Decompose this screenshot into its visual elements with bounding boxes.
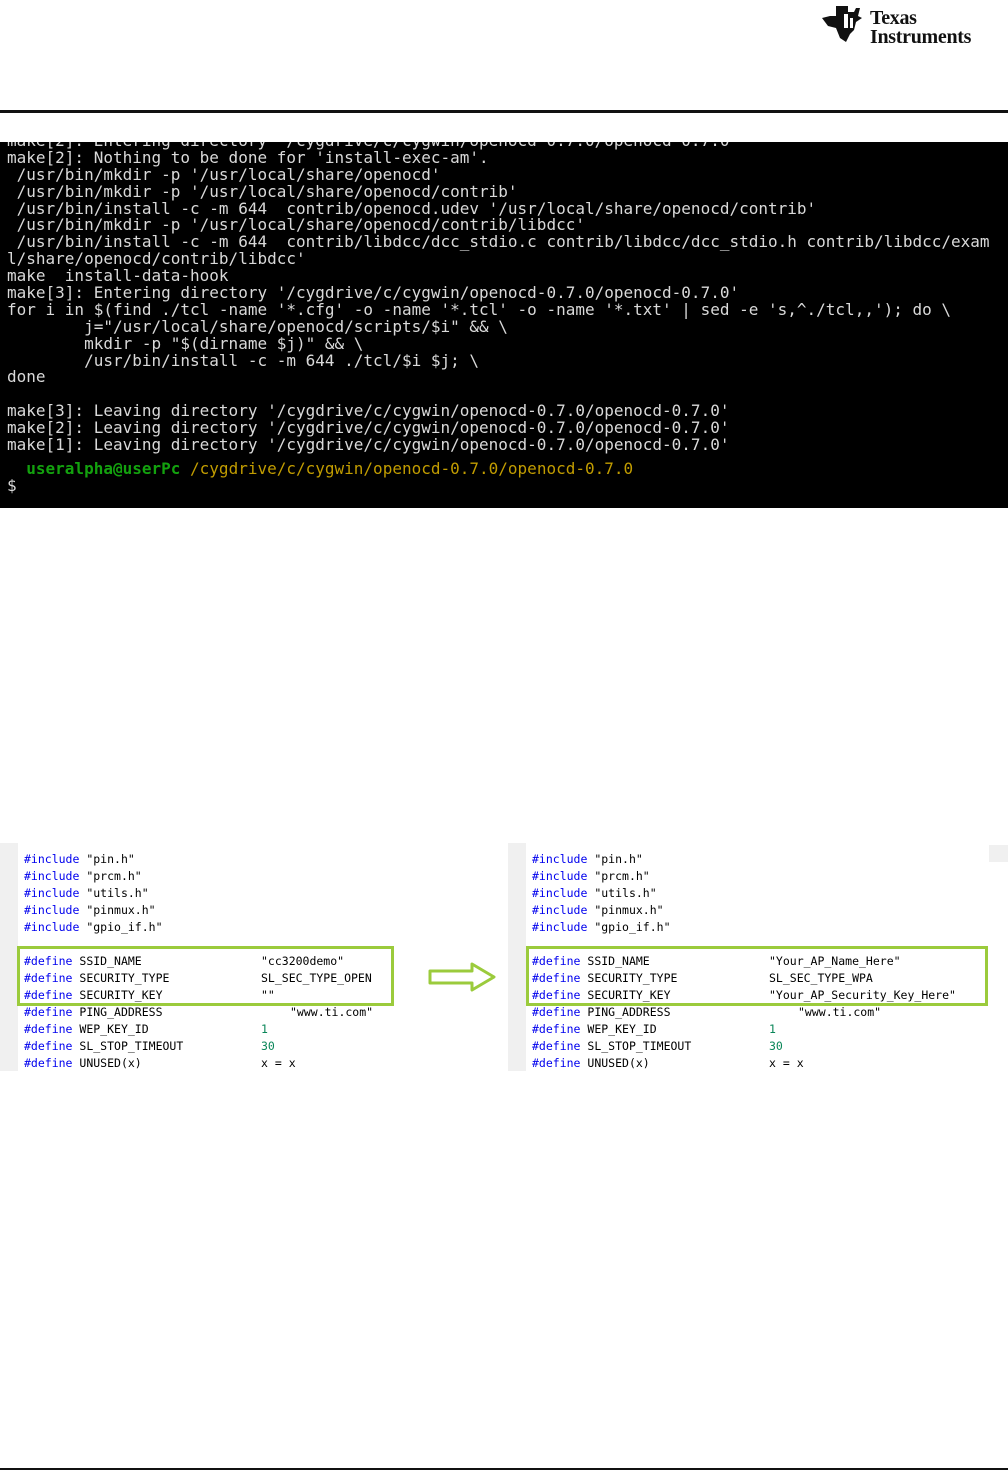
ti-logo: Texas Instruments (820, 4, 1006, 48)
macro-name: SL_STOP_TIMEOUT (79, 1039, 184, 1053)
macro-value: "www.ti.com" (798, 1005, 882, 1019)
code-line-define: #define SL_STOP_TIMEOUT 30 (24, 1038, 275, 1055)
code-line-include: #include "pin.h" (24, 851, 183, 868)
ti-state-bug-icon (822, 6, 862, 42)
code-line-define: #define WEP_KEY_ID 1 (532, 1021, 776, 1038)
define-keyword: #define (24, 1005, 73, 1019)
include-keyword: #include (532, 920, 588, 934)
include-keyword: #include (532, 886, 588, 900)
brand-line-1: Texas (870, 7, 917, 29)
terminal-window: make[2]: Entering directory '/cygdrive/c… (0, 142, 1008, 508)
code-line-include: #include "pinmux.h" (24, 902, 183, 919)
include-file: "gpio_if.h" (594, 920, 671, 934)
macro-value: 1 (769, 1022, 776, 1036)
include-file: "pinmux.h" (86, 903, 156, 917)
macro-value: x = x (261, 1056, 296, 1070)
macro-name: UNUSED(x) (79, 1056, 142, 1070)
changed-lines-highlight-before (17, 946, 394, 1006)
include-keyword: #include (24, 903, 80, 917)
code-line-include: #include "pinmux.h" (532, 902, 691, 919)
terminal-prompt: useralpha@userPc /cygdrive/c/cygwin/open… (7, 458, 1008, 478)
include-keyword: #include (24, 852, 80, 866)
prompt-symbol[interactable]: $ (7, 477, 1008, 495)
include-file: "utils.h" (86, 886, 149, 900)
include-file: "pinmux.h" (594, 903, 664, 917)
macro-name: PING_ADDRESS (587, 1005, 671, 1019)
include-file: "prcm.h" (594, 869, 650, 883)
define-keyword: #define (532, 1005, 581, 1019)
define-keyword: #define (24, 1056, 73, 1070)
include-keyword: #include (24, 886, 80, 900)
editor-gutter (508, 843, 526, 1071)
terminal-line: done (7, 367, 46, 387)
prompt-path: /cygdrive/c/cygwin/openocd-0.7.0/openocd… (190, 458, 634, 478)
code-line-include: #include "prcm.h" (532, 868, 691, 885)
code-line-include: #include "gpio_if.h" (532, 919, 691, 936)
include-keyword: #include (532, 903, 588, 917)
code-line-define: #define PING_ADDRESS "www.ti.com" (532, 1004, 881, 1021)
terminal-line: /usr/bin/install -c -m 644 ./tcl/$i $j; … (7, 350, 480, 370)
define-keyword: #define (24, 1022, 73, 1036)
code-line-include: #include "utils.h" (24, 885, 183, 902)
include-keyword: #include (24, 869, 80, 883)
macro-value: 30 (261, 1039, 275, 1053)
code-line-define: #define UNUSED(x) x = x (24, 1055, 296, 1072)
include-keyword: #include (532, 869, 588, 883)
code-line-define: #define PING_ADDRESS "www.ti.com" (24, 1004, 373, 1021)
macro-name: WEP_KEY_ID (587, 1022, 657, 1036)
code-line-define: #define UNUSED(x) x = x (532, 1055, 804, 1072)
terminal-line: make[1]: Leaving directory '/cygdrive/c/… (7, 435, 730, 455)
define-keyword: #define (532, 1022, 581, 1036)
code-line-include: #include "gpio_if.h" (24, 919, 183, 936)
header-rule (0, 110, 1008, 113)
macro-value: "www.ti.com" (290, 1005, 374, 1019)
code-line-define: #define SL_STOP_TIMEOUT 30 (532, 1038, 783, 1055)
editor-scroll-margin (989, 845, 1008, 862)
include-keyword: #include (532, 852, 588, 866)
changed-lines-highlight-after (526, 946, 988, 1006)
include-file: "gpio_if.h" (86, 920, 163, 934)
macro-name: WEP_KEY_ID (79, 1022, 149, 1036)
include-file: "prcm.h" (86, 869, 142, 883)
code-line-include: #include "utils.h" (532, 885, 691, 902)
macro-value: 30 (769, 1039, 783, 1053)
terminal-output: make[2]: Entering directory '/cygdrive/c… (0, 142, 1008, 495)
macro-value: x = x (769, 1056, 804, 1070)
code-line-define: #define WEP_KEY_ID 1 (24, 1021, 268, 1038)
include-file: "pin.h" (594, 852, 643, 866)
define-keyword: #define (532, 1039, 581, 1053)
include-file: "utils.h" (594, 886, 657, 900)
include-keyword: #include (24, 920, 80, 934)
code-line-include: #include "prcm.h" (24, 868, 183, 885)
macro-name: PING_ADDRESS (79, 1005, 163, 1019)
editor-gutter (0, 843, 18, 1071)
define-keyword: #define (24, 1039, 73, 1053)
prompt-user: useralpha@userPc (26, 458, 181, 478)
brand-wordmark: Texas Instruments (870, 8, 971, 47)
macro-name: SL_STOP_TIMEOUT (587, 1039, 692, 1053)
define-keyword: #define (532, 1056, 581, 1070)
include-file: "pin.h" (86, 852, 135, 866)
macro-value: 1 (261, 1022, 268, 1036)
brand-line-2: Instruments (870, 26, 972, 48)
footer-rule (0, 1468, 1008, 1470)
right-arrow-icon (428, 962, 496, 992)
code-line-include: #include "pin.h" (532, 851, 691, 868)
macro-name: UNUSED(x) (587, 1056, 650, 1070)
